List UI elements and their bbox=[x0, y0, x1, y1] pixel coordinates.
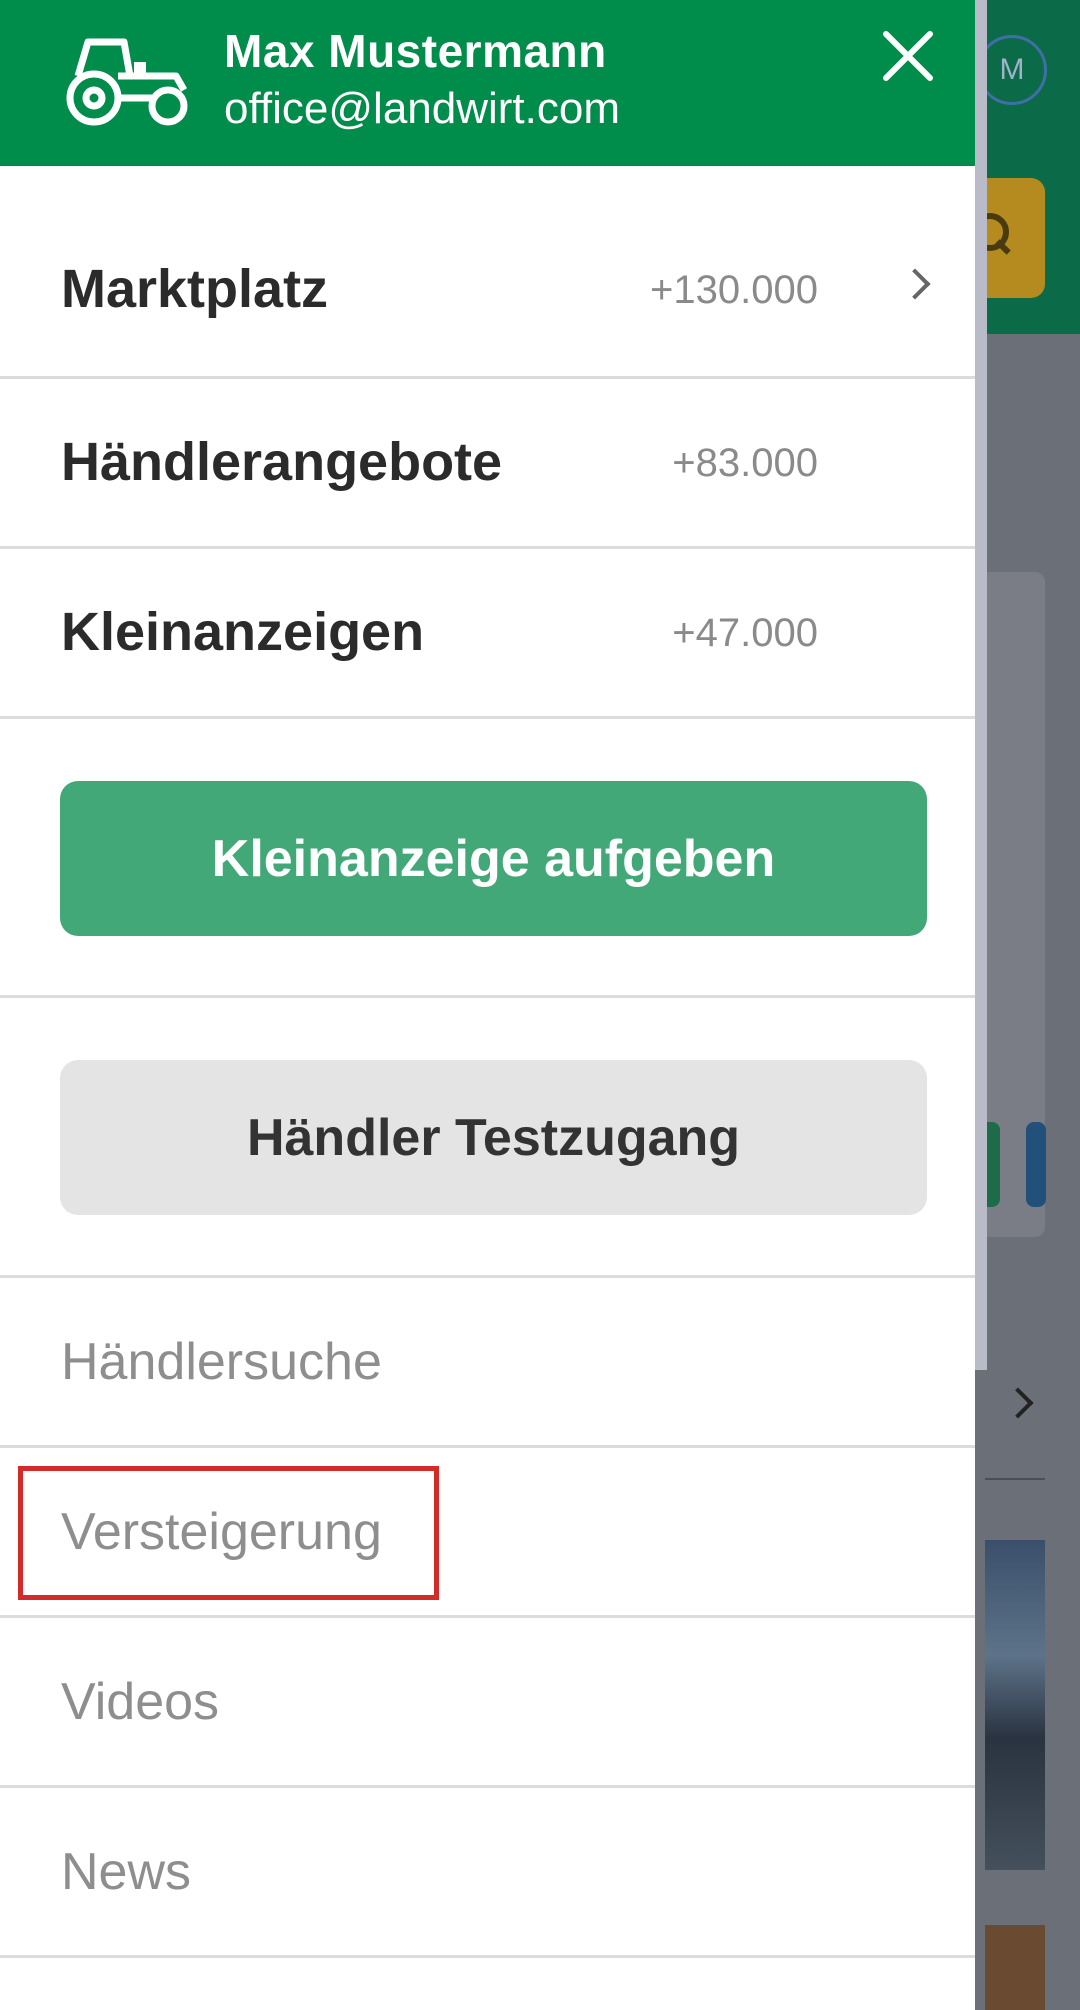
background-pill bbox=[1026, 1122, 1046, 1207]
menu-item-label: News bbox=[61, 1843, 192, 1901]
user-name: Max Mustermann bbox=[224, 25, 607, 77]
chevron-right-icon bbox=[899, 268, 931, 300]
navigation-drawer: Max Mustermann office@landwirt.com Markt… bbox=[0, 0, 975, 2010]
avatar-initial: M bbox=[999, 53, 1025, 86]
menu-item-count: +47.000 bbox=[672, 611, 818, 655]
background-image bbox=[985, 1540, 1045, 1870]
menu-item-label: Händlersuche bbox=[61, 1333, 382, 1391]
drawer-header: Max Mustermann office@landwirt.com bbox=[0, 0, 975, 166]
menu-item-marktplatz[interactable]: Marktplatz +130.000 bbox=[0, 166, 975, 379]
menu-item-haendlersuche[interactable]: Händlersuche bbox=[0, 1278, 975, 1448]
background-chevron-icon bbox=[1002, 1387, 1034, 1419]
scrollbar[interactable] bbox=[975, 0, 987, 1370]
highlight-box bbox=[18, 1466, 439, 1600]
menu-item-count: +130.000 bbox=[650, 268, 818, 312]
background-avatar: M bbox=[977, 35, 1047, 105]
background-image bbox=[985, 1925, 1045, 2010]
menu-item-haendlerangebote[interactable]: Händlerangebote +83.000 bbox=[0, 379, 975, 549]
menu-item-label: Händlerangebote bbox=[61, 432, 503, 492]
background-divider bbox=[985, 1478, 1045, 1480]
menu-item-count: +83.000 bbox=[672, 441, 818, 485]
menu-item-news[interactable]: News bbox=[0, 1788, 975, 1958]
post-classified-button[interactable]: Kleinanzeige aufgeben bbox=[60, 781, 927, 936]
tractor-icon bbox=[66, 38, 188, 126]
menu-item-label: Kleinanzeigen bbox=[61, 602, 425, 662]
menu-item-label: Marktplatz bbox=[61, 259, 329, 319]
menu-item-kleinanzeigen[interactable]: Kleinanzeigen +47.000 bbox=[0, 549, 975, 719]
dealer-trial-button[interactable]: Händler Testzugang bbox=[60, 1060, 927, 1215]
user-email: office@landwirt.com bbox=[224, 84, 620, 133]
divider bbox=[0, 995, 975, 998]
menu-item-videos[interactable]: Videos bbox=[0, 1618, 975, 1788]
menu-item-label: Videos bbox=[61, 1673, 220, 1731]
close-icon[interactable] bbox=[880, 28, 936, 84]
